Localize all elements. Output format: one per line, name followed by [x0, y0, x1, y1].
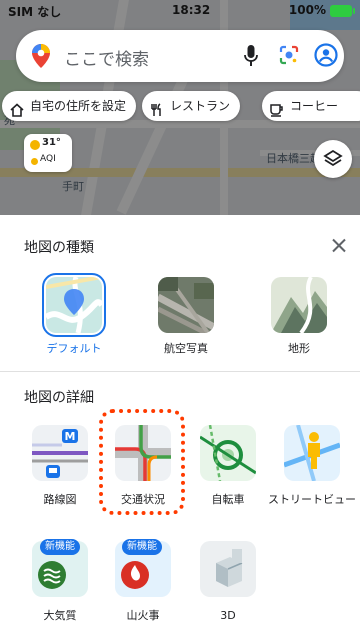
google-lens-icon[interactable] — [278, 44, 300, 70]
close-icon[interactable] — [328, 235, 350, 257]
map-type-default-label: デフォルト — [46, 342, 102, 355]
battery-icon — [330, 5, 355, 17]
chip-restaurant[interactable]: レストラン — [142, 91, 241, 121]
new-feature-badge-air: 新機能 — [40, 539, 80, 555]
chip-restaurant-label: レストラン — [170, 99, 231, 113]
detail-transit-label: 路線図 — [43, 493, 77, 506]
search-placeholder: ここで検索 — [64, 50, 149, 70]
map-type-terrain-label: 地形 — [288, 342, 310, 355]
new-feature-badge-fire: 新機能 — [122, 539, 162, 555]
detail-bicycle-label: 自転車 — [211, 493, 245, 506]
map-type-satellite-label: 航空写真 — [164, 342, 208, 355]
detail-wildfire-label: 山火事 — [126, 609, 160, 622]
layers-button[interactable] — [314, 140, 352, 178]
detail-3d-label: 3D — [220, 609, 236, 622]
map-type-satellite-tile[interactable] — [158, 277, 214, 333]
detail-streetview-tile[interactable] — [284, 425, 340, 481]
quick-chips-row: 自宅の住所を設定 レストラン コーヒー — [0, 91, 360, 121]
detail-air-quality-label: 大気質 — [43, 609, 77, 622]
chip-coffee[interactable]: コーヒー — [262, 91, 360, 121]
home-icon — [10, 98, 24, 128]
weather-widget[interactable]: 31° AQI — [24, 134, 72, 172]
restaurant-icon — [150, 98, 164, 128]
status-bar: SIM なし 18:32 100% — [0, 0, 360, 22]
detail-streetview-label: ストリートビュー — [268, 493, 356, 506]
section-divider — [0, 371, 360, 372]
map-type-title: 地図の種類 — [24, 240, 94, 256]
map-details-title: 地図の詳細 — [24, 390, 94, 406]
traffic-highlight-annotation — [99, 409, 185, 515]
battery-percent: 100% — [288, 3, 326, 17]
coffee-icon — [270, 98, 284, 128]
svg-text:M: M — [65, 430, 76, 443]
account-icon[interactable] — [314, 43, 338, 71]
chip-coffee-label: コーヒー — [290, 99, 339, 113]
chip-home[interactable]: 自宅の住所を設定 — [2, 91, 137, 121]
detail-transit-tile[interactable]: M — [32, 425, 88, 481]
maps-pin-icon — [32, 44, 50, 72]
chip-home-label: 自宅の住所を設定 — [30, 99, 127, 113]
search-bar[interactable]: ここで検索 — [16, 30, 344, 82]
aqi-label: AQI — [40, 154, 56, 164]
status-time: 18:32 — [172, 3, 211, 17]
carrier-label: SIM なし — [8, 5, 62, 19]
temperature: 31° — [42, 137, 61, 148]
layers-icon — [323, 149, 343, 167]
map-type-default-tile[interactable] — [42, 273, 106, 337]
sun-icon — [30, 140, 40, 150]
microphone-icon[interactable] — [244, 45, 258, 71]
detail-bicycle-tile[interactable] — [200, 425, 256, 481]
aqi-dot-icon — [31, 158, 38, 165]
phone-screen: 日本橋三越本 手町 苑 SIM なし 18:32 100% ここで検索 自宅の住… — [0, 0, 360, 637]
detail-3d-tile[interactable] — [200, 541, 256, 597]
map-type-terrain-tile[interactable] — [271, 277, 327, 333]
